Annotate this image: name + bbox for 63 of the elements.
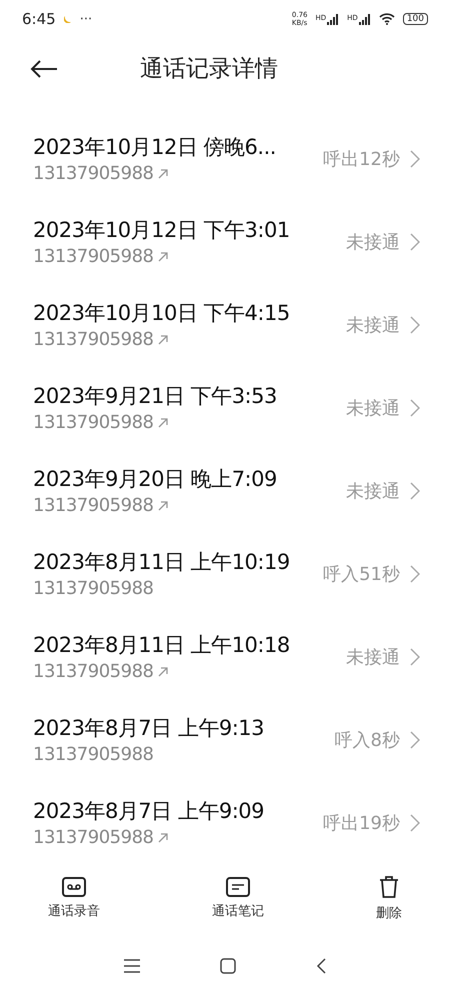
phone-number: 13137905988	[33, 578, 154, 600]
note-icon	[226, 876, 250, 897]
cassette-icon	[62, 876, 86, 897]
call-record[interactable]: 2023年10月10日 下午4:15 13137905988 未接通	[0, 283, 450, 366]
back-button[interactable]	[30, 60, 58, 78]
call-record[interactable]: 2023年8月7日 上午9:09 13137905988 呼出19秒	[0, 781, 450, 864]
call-record[interactable]: 2023年10月12日 下午3:01 13137905988 未接通	[0, 200, 450, 284]
call-datetime: 2023年8月11日 上午10:18	[33, 632, 291, 660]
wifi-icon	[378, 13, 395, 26]
call-datetime: 2023年9月21日 下午3:53	[33, 383, 278, 410]
phone-number: 13137905988	[33, 163, 154, 184]
home-button[interactable]	[220, 958, 236, 974]
toolbar-action[interactable]: 删除	[376, 874, 402, 922]
call-result: 呼入8秒	[334, 728, 400, 752]
signal-icon	[327, 14, 340, 25]
phone-number: 13137905988	[33, 661, 154, 682]
page-title: 通话记录详情	[140, 55, 278, 84]
moon-icon	[64, 15, 72, 24]
status-more: ···	[80, 12, 92, 27]
call-result: 未接通	[346, 480, 400, 503]
call-datetime: 2023年10月10日 下午4:15	[33, 300, 291, 328]
phone-number: 13137905988	[33, 412, 154, 434]
toolbar-action[interactable]: 通话录音	[48, 876, 100, 920]
call-datetime: 2023年9月20日 晚上7:09	[33, 466, 278, 494]
trash-icon	[378, 874, 400, 899]
chevron-right-icon	[410, 482, 420, 500]
call-datetime: 2023年8月7日 上午9:13	[33, 715, 265, 742]
chevron-right-icon	[410, 398, 420, 417]
call-record[interactable]: 2023年8月11日 上午10:18 13137905988 未接通	[0, 615, 450, 698]
chevron-right-icon	[410, 232, 420, 251]
phone-number: 13137905988	[33, 329, 154, 350]
phone-number: 13137905988	[33, 246, 154, 268]
chevron-right-icon	[410, 316, 420, 334]
call-datetime: 2023年10月12日 下午3:01	[33, 217, 291, 244]
call-result: 未接通	[346, 646, 400, 669]
call-result: 呼出19秒	[323, 812, 400, 835]
call-record[interactable]: 2023年10月12日 傍晚6... 13137905988 呼出12秒	[0, 117, 450, 200]
call-datetime: 2023年8月7日 上午9:09	[33, 798, 265, 826]
call-datetime: 2023年8月11日 上午10:19	[33, 549, 291, 576]
call-result: 未接通	[346, 314, 400, 337]
chevron-right-icon	[410, 150, 420, 168]
phone-number: 13137905988	[33, 744, 154, 766]
call-record[interactable]: 2023年8月7日 上午9:13 13137905988 呼入8秒	[0, 698, 450, 782]
phone-number: 13137905988	[33, 827, 154, 848]
chevron-right-icon	[410, 564, 420, 583]
call-record[interactable]: 2023年8月11日 上午10:19 13137905988 呼入51秒	[0, 532, 450, 616]
toolbar-action[interactable]: 通话笔记	[212, 876, 264, 920]
call-record[interactable]: 2023年9月21日 下午3:53 13137905988 未接通	[0, 366, 450, 450]
call-result: 未接通	[346, 230, 400, 254]
phone-number: 13137905988	[33, 495, 154, 516]
chevron-right-icon	[410, 648, 420, 666]
call-result: 呼出12秒	[323, 148, 400, 171]
menu-button[interactable]	[124, 959, 140, 973]
call-result: 未接通	[346, 396, 400, 420]
chevron-right-icon	[410, 814, 420, 832]
battery-level: 100	[402, 13, 428, 26]
call-datetime: 2023年10月12日 傍晚6...	[33, 134, 277, 162]
chevron-right-icon	[410, 730, 420, 749]
call-result: 呼入51秒	[323, 562, 400, 586]
back-nav-button[interactable]	[316, 958, 326, 974]
call-record[interactable]: 2023年9月20日 晚上7:09 13137905988 未接通	[0, 449, 450, 532]
signal-icon	[358, 14, 371, 25]
status-time: 6:45	[22, 10, 56, 28]
